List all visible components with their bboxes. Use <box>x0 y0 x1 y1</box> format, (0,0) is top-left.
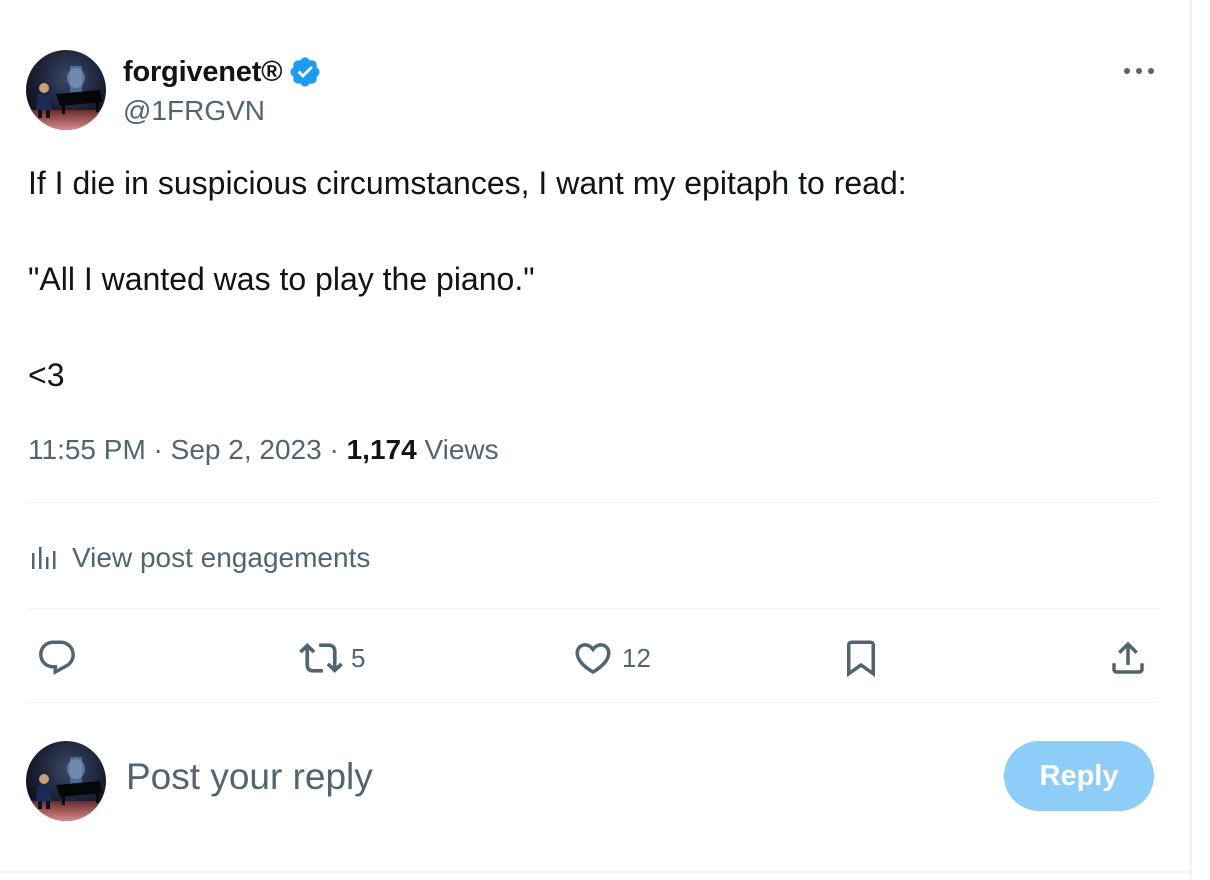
like-count: 12 <box>622 642 651 673</box>
author-name-row[interactable]: forgivenet® <box>123 54 322 90</box>
post-time[interactable]: 11:55 PM <box>28 434 146 466</box>
meta-separator: · <box>145 434 171 465</box>
column-border <box>1190 0 1192 880</box>
share-action[interactable] <box>1107 636 1149 680</box>
post-text-line: <3 <box>28 357 65 393</box>
share-icon[interactable] <box>1107 637 1149 679</box>
post-meta: 11:55 PM · Sep 2, 2023 · 1,174 Views <box>28 434 499 466</box>
heart-icon[interactable] <box>572 637 614 679</box>
current-user-avatar[interactable] <box>26 741 106 821</box>
reply-input[interactable] <box>126 752 826 802</box>
reply-action[interactable] <box>36 636 78 680</box>
author-avatar[interactable] <box>26 50 106 130</box>
verified-badge-icon <box>288 55 322 89</box>
more-options-icon[interactable] <box>1119 57 1159 85</box>
views-label: Views <box>416 434 499 465</box>
meta-separator: · <box>321 434 347 465</box>
bookmark-icon[interactable] <box>840 637 882 679</box>
reply-icon[interactable] <box>36 637 78 679</box>
retweet-count: 5 <box>351 642 366 673</box>
author-handle[interactable]: @1FRGVN <box>123 95 265 127</box>
views-count: 1,174 <box>346 434 417 465</box>
divider <box>27 608 1158 609</box>
retweet-icon[interactable] <box>299 636 343 680</box>
retweet-action[interactable]: 5 <box>299 636 365 680</box>
bookmark-action[interactable] <box>840 636 882 680</box>
view-engagements-label[interactable]: View post engagements <box>72 542 370 574</box>
post-text-line: "All I wanted was to play the piano." <box>28 261 535 297</box>
like-action[interactable]: 12 <box>572 636 651 680</box>
post-detail: forgivenet® @1FRGVN If I die in suspicio… <box>0 0 1190 880</box>
author-display-name[interactable]: forgivenet® <box>123 56 283 89</box>
post-text-line: If I die in suspicious circumstances, I … <box>28 165 907 201</box>
bottom-border <box>0 871 1190 873</box>
bar-chart-icon <box>28 543 58 573</box>
divider <box>27 702 1158 703</box>
divider <box>27 502 1158 503</box>
post-date[interactable]: Sep 2, 2023 <box>171 434 322 466</box>
view-engagements-link[interactable]: View post engagements <box>28 538 370 578</box>
reply-button[interactable]: Reply <box>1004 741 1154 811</box>
